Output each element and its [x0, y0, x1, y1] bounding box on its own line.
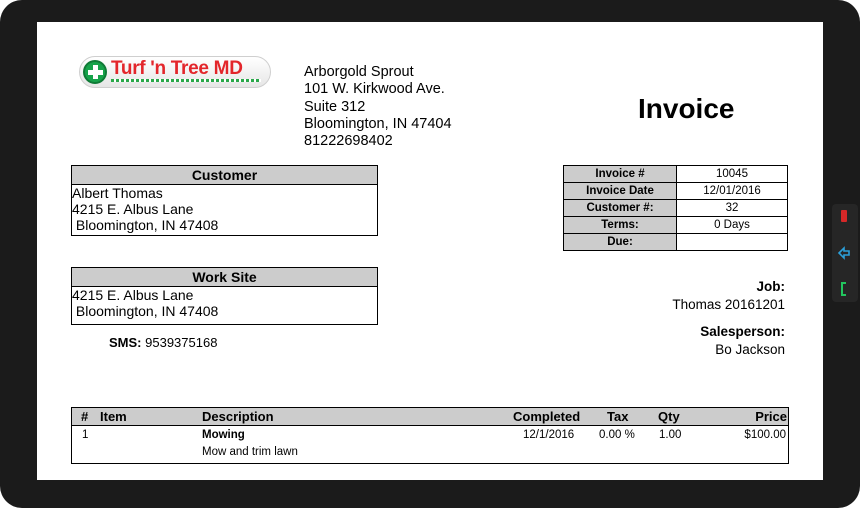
row-description: Mowing	[202, 429, 245, 441]
invoice-date-value: 12/01/2016	[676, 182, 788, 200]
column-item: Item	[100, 409, 127, 424]
line-items-table: # Item Description Completed Tax Qty Pri…	[71, 407, 789, 464]
company-address-line1: 101 W. Kirkwood Ave.	[304, 81, 445, 98]
info-row: Terms: 0 Days	[563, 216, 788, 234]
row-number: 1	[82, 429, 89, 441]
logo-text: Turf 'n Tree MD	[111, 58, 243, 79]
call-icon[interactable]	[834, 278, 854, 300]
company-address-line2: Suite 312	[304, 98, 366, 115]
info-row: Invoice # 10045	[563, 165, 788, 183]
row-tax: 0.00 %	[599, 429, 635, 441]
customer-number-value: 32	[676, 199, 788, 217]
table-row: 1 Mowing Mow and trim lawn 12/1/2016 0.0…	[72, 427, 788, 463]
row-qty: 1.00	[659, 429, 682, 441]
line-items-header: # Item Description Completed Tax Qty Pri…	[72, 408, 788, 426]
info-row: Due:	[563, 233, 788, 251]
terms-value: 0 Days	[676, 216, 788, 234]
customer-address: 4215 E. Albus Lane	[72, 200, 194, 217]
due-value	[676, 233, 788, 251]
column-tax: Tax	[607, 409, 629, 424]
work-site-box: Work Site 4215 E. Albus Lane Bloomington…	[71, 267, 378, 325]
info-row: Customer #: 32	[563, 199, 788, 217]
invoice-page: Turf 'n Tree MD Arborgold Sprout 101 W. …	[37, 22, 823, 480]
invoice-number-label: Invoice #	[563, 165, 677, 183]
column-price: Price	[755, 409, 787, 424]
page-title: Invoice	[638, 93, 735, 124]
invoice-number-value: 10045	[676, 165, 788, 183]
company-phone: 81222698402	[304, 133, 393, 150]
job-info: Job: Thomas 20161201 Salesperson: Bo Jac…	[672, 278, 785, 358]
customer-header: Customer	[72, 166, 377, 185]
column-qty: Qty	[658, 409, 680, 424]
medical-cross-icon	[83, 60, 107, 84]
salesperson-value: Bo Jackson	[715, 341, 785, 357]
customer-number-label: Customer #:	[563, 199, 677, 217]
row-detail: Mow and trim lawn	[202, 446, 298, 458]
company-name: Arborgold Sprout	[304, 64, 414, 80]
job-label: Job:	[756, 279, 786, 294]
column-number: #	[81, 409, 89, 424]
sms-line: SMS: 9539375168	[109, 335, 217, 350]
power-icon[interactable]	[834, 205, 854, 227]
company-address: Arborgold Sprout 101 W. Kirkwood Ave. Su…	[304, 64, 452, 150]
logo-underline	[111, 79, 261, 82]
company-city-state-zip: Bloomington, IN 47404	[304, 115, 452, 132]
due-label: Due:	[563, 233, 677, 251]
invoice-date-label: Invoice Date	[563, 182, 677, 200]
terms-label: Terms:	[563, 216, 677, 234]
back-icon[interactable]	[834, 242, 854, 264]
work-site-header: Work Site	[72, 268, 377, 287]
job-value: Thomas 20161201	[672, 296, 785, 312]
column-description: Description	[202, 409, 274, 424]
work-site-address: 4215 E. Albus Lane	[72, 287, 194, 303]
sms-number: 9539375168	[145, 335, 218, 350]
info-row: Invoice Date 12/01/2016	[563, 182, 788, 200]
salesperson-label: Salesperson:	[700, 324, 785, 339]
sms-label: SMS:	[109, 335, 142, 350]
customer-city-state-zip: Bloomington, IN 47408	[72, 216, 219, 233]
row-completed: 12/1/2016	[523, 429, 575, 441]
customer-name: Albert Thomas	[72, 185, 163, 201]
work-site-city-state-zip: Bloomington, IN 47408	[72, 302, 219, 319]
row-price: $100.00	[744, 429, 786, 441]
column-completed: Completed	[513, 409, 581, 424]
invoice-info-table: Invoice # 10045 Invoice Date 12/01/2016 …	[563, 165, 788, 251]
company-logo: Turf 'n Tree MD	[79, 56, 271, 88]
customer-box: Customer Albert Thomas 4215 E. Albus Lan…	[71, 165, 378, 236]
